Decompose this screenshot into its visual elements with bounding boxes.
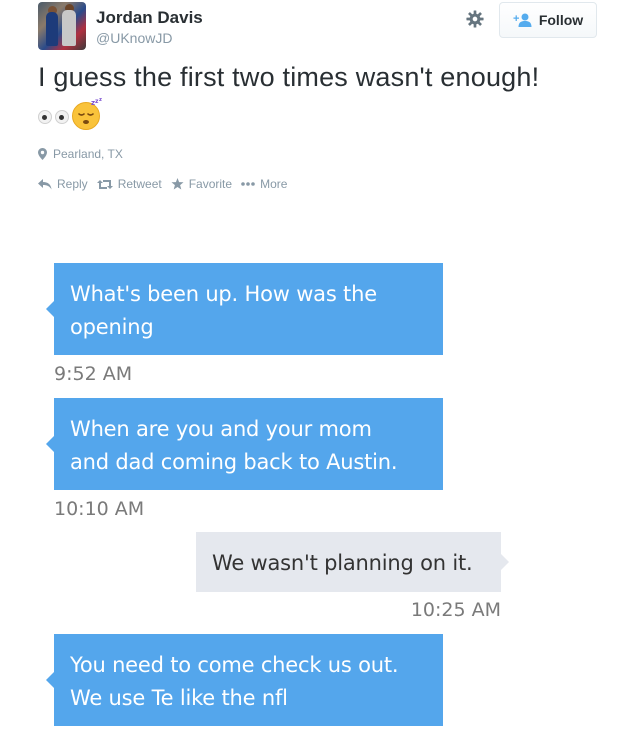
tweet-text: I guess the first two times wasn't enoug… bbox=[38, 62, 540, 92]
avatar-figure bbox=[62, 10, 76, 46]
message-text: What's been up. How was the bbox=[70, 282, 377, 306]
emoji-row: z z z bbox=[38, 97, 105, 131]
follow-button-label: Follow bbox=[538, 12, 584, 28]
reply-icon bbox=[38, 178, 52, 189]
message-timestamp: 10:25 AM bbox=[410, 599, 501, 621]
favorite-button[interactable]: Favorite bbox=[171, 177, 232, 191]
display-name[interactable]: Jordan Davis bbox=[96, 8, 203, 28]
retweet-button[interactable]: Retweet bbox=[96, 177, 162, 191]
svg-text:+: + bbox=[513, 13, 519, 25]
message-bubble: You need to come check us out. We use Te… bbox=[46, 634, 443, 726]
message-text: We wasn't planning on it. bbox=[212, 551, 473, 575]
follow-button[interactable]: + Follow bbox=[499, 2, 597, 38]
avatar[interactable] bbox=[38, 2, 86, 50]
message-text: You need to come check us out. bbox=[70, 653, 399, 677]
sleeping-face-emoji-icon: z z z bbox=[72, 97, 102, 130]
screen-name[interactable]: @UKnowJD bbox=[96, 30, 172, 46]
tweet-actions: Reply Retweet Favorite More bbox=[38, 177, 287, 191]
retweet-label: Retweet bbox=[117, 177, 162, 191]
avatar-figure bbox=[46, 12, 58, 46]
tweet-header: Jordan Davis @UKnowJD + Follow bbox=[38, 2, 598, 52]
message-text: When are you and your mom bbox=[70, 417, 372, 441]
svg-text:z: z bbox=[99, 97, 102, 103]
more-label: More bbox=[260, 177, 288, 191]
message-text: We use Te like the nfl bbox=[70, 686, 288, 710]
gear-icon[interactable] bbox=[466, 10, 484, 28]
reply-button[interactable]: Reply bbox=[38, 177, 88, 191]
more-button[interactable]: More bbox=[241, 177, 287, 191]
location-label: Pearland, TX bbox=[53, 147, 123, 161]
star-icon bbox=[171, 178, 184, 190]
message-bubble: We wasn't planning on it. bbox=[196, 532, 509, 592]
retweet-icon bbox=[96, 179, 113, 189]
message-timestamp: 9:52 AM bbox=[54, 363, 133, 385]
message-bubble: What's been up. How was the opening bbox=[46, 263, 443, 355]
location[interactable]: Pearland, TX bbox=[38, 147, 123, 161]
location-pin-icon bbox=[38, 148, 47, 160]
message-text: and dad coming back to Austin. bbox=[70, 450, 398, 474]
message-text: opening bbox=[70, 315, 154, 339]
message-screenshot: What's been up. How was the opening 9:52… bbox=[0, 232, 638, 734]
favorite-label: Favorite bbox=[188, 177, 233, 191]
message-timestamp: 10:10 AM bbox=[54, 498, 145, 520]
add-user-icon: + bbox=[513, 13, 532, 27]
ellipsis-icon bbox=[241, 182, 255, 186]
message-bubble: When are you and your mom and dad coming… bbox=[46, 398, 443, 490]
eyes-emoji-icon bbox=[38, 110, 69, 124]
reply-label: Reply bbox=[57, 177, 88, 191]
